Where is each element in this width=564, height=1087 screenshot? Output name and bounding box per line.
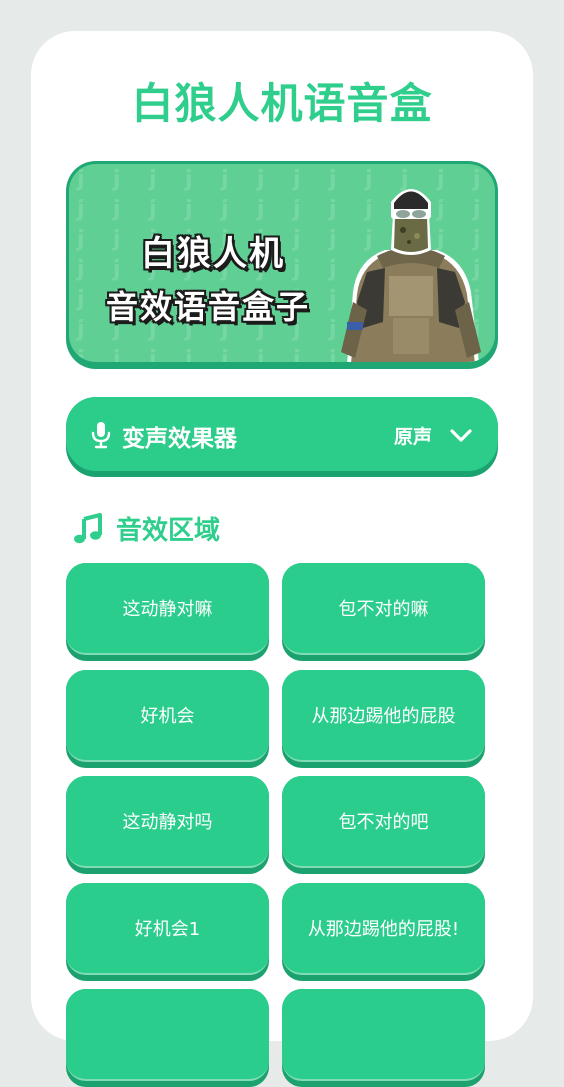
sound-button[interactable]: 好机会: [66, 670, 269, 768]
sound-button-face[interactable]: 这动静对吗: [66, 776, 269, 868]
sound-button[interactable]: 好机会1: [66, 883, 269, 981]
soldier-image: [341, 189, 481, 362]
banner-title-line1: 白狼人机: [141, 234, 285, 274]
banner-title-line2: 音效语音盒子: [105, 288, 310, 326]
banner-inner: j 白狼人机 音效语音盒子: [69, 164, 495, 362]
sound-button-face[interactable]: 好机会: [66, 670, 269, 762]
sound-button-label: 这动静对嘛: [122, 599, 213, 620]
sound-button-face[interactable]: [66, 989, 269, 1081]
page-title: 白狼人机语音盒: [131, 79, 433, 128]
sound-button-label: 好机会: [140, 706, 195, 727]
sound-button-partial[interactable]: [282, 989, 485, 1087]
voice-changer-selected[interactable]: 原声: [394, 422, 432, 449]
banner: j 白狼人机 音效语音盒子: [66, 161, 498, 369]
sound-button-face[interactable]: 包不对的吧: [282, 776, 485, 868]
sound-section-title: 音效区域: [116, 516, 221, 546]
sound-button-face[interactable]: 从那边踢他的屁股!: [282, 883, 485, 975]
chevron-down-icon[interactable]: [448, 425, 474, 445]
sound-button-label: 这动静对吗: [122, 812, 213, 833]
sound-button[interactable]: 从那边踢他的屁股: [282, 670, 485, 768]
sound-button-face[interactable]: 从那边踢他的屁股: [282, 670, 485, 762]
sound-button-face[interactable]: 包不对的嘛: [282, 563, 485, 655]
sound-button[interactable]: 这动静对吗: [66, 776, 269, 874]
sound-button[interactable]: 这动静对嘛: [66, 563, 269, 661]
sound-button[interactable]: 从那边踢他的屁股!: [282, 883, 485, 981]
microphone-icon: [91, 422, 111, 449]
sound-button-label: 好机会1: [134, 919, 201, 940]
sound-button[interactable]: 包不对的嘛: [282, 563, 485, 661]
sound-button-label: 从那边踢他的屁股!: [307, 919, 460, 940]
voice-changer-label: 变声效果器: [122, 426, 237, 452]
sound-button-label: 包不对的吧: [338, 812, 429, 833]
sound-button-partial[interactable]: [66, 989, 269, 1087]
voice-changer-face[interactable]: 变声效果器 原声: [66, 397, 498, 471]
sound-button-face[interactable]: 好机会1: [66, 883, 269, 975]
sound-button-face[interactable]: [282, 989, 485, 1081]
music-note-icon: [74, 513, 102, 544]
sound-button-face[interactable]: 这动静对嘛: [66, 563, 269, 655]
sound-button[interactable]: 包不对的吧: [282, 776, 485, 874]
voice-changer-dropdown[interactable]: 变声效果器 原声: [66, 397, 498, 477]
sound-button-label: 从那边踢他的屁股: [311, 706, 456, 727]
sound-button-label: 包不对的嘛: [338, 599, 429, 620]
